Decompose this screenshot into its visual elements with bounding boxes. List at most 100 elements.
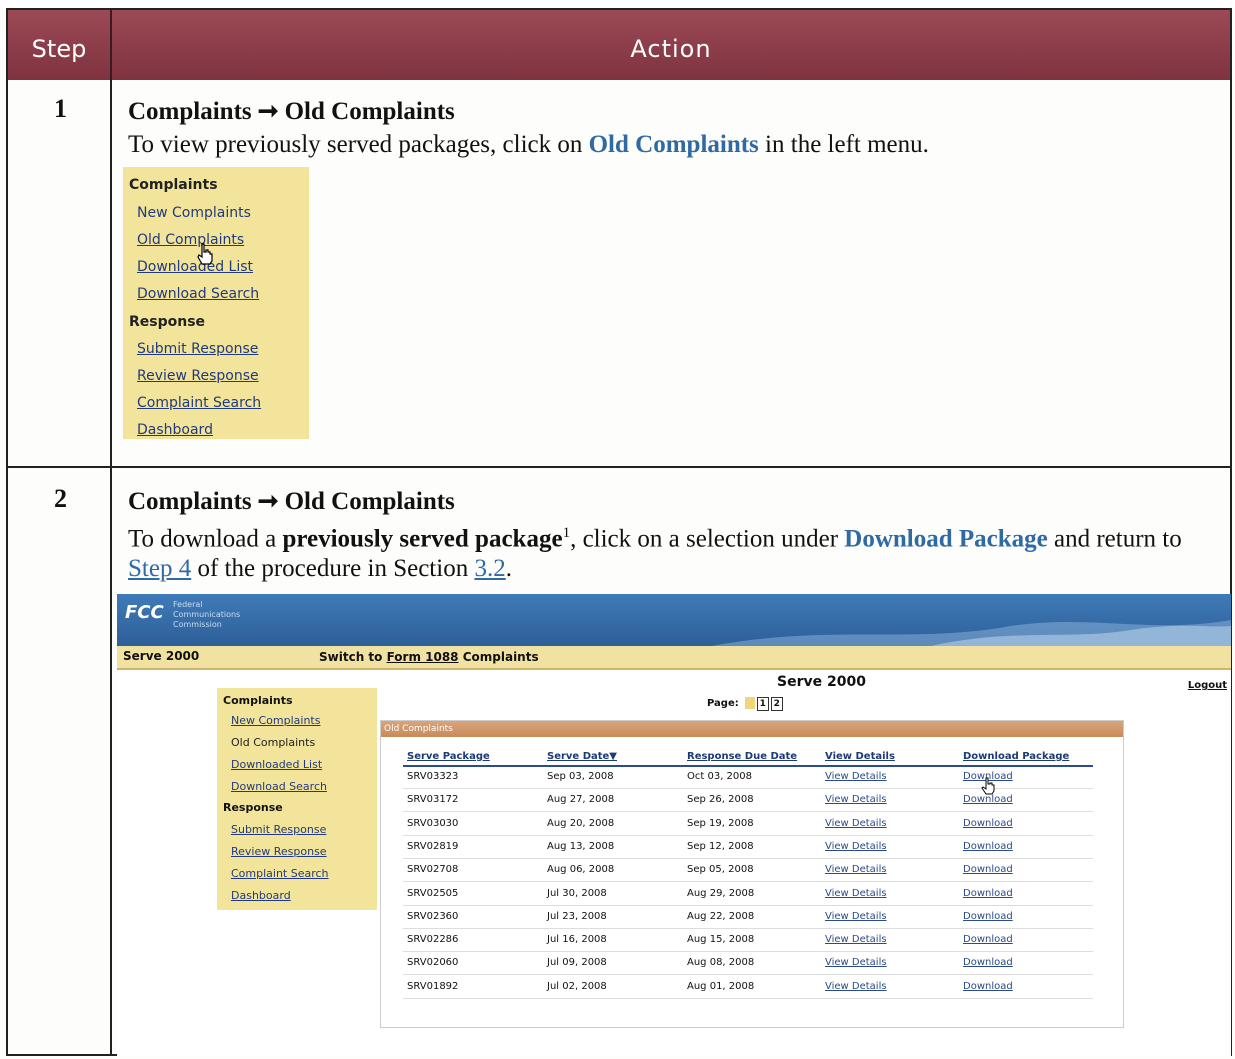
title-part-old-complaints: Old Complaints xyxy=(284,488,455,515)
col-serve-date[interactable]: Serve Date▼ xyxy=(547,751,617,762)
view-details-link[interactable]: View Details xyxy=(825,911,887,922)
menu-item-new-complaints[interactable]: New Complaints xyxy=(137,205,251,221)
menu-item-review-response[interactable]: Review Response xyxy=(137,368,259,384)
download-link[interactable]: Download xyxy=(963,911,1013,922)
page-title: Serve 2000 xyxy=(777,674,866,690)
switch-post: Complaints xyxy=(458,650,539,664)
page-label: Page: xyxy=(707,698,739,709)
page-1-link[interactable]: 1 xyxy=(756,697,769,711)
menu-item-dashboard[interactable]: Dashboard xyxy=(137,422,213,438)
row-response-due-date: Sep 12, 2008 xyxy=(687,840,754,852)
row-serve-date: Jul 02, 2008 xyxy=(547,980,607,992)
arrow-icon: ➞ xyxy=(257,488,279,515)
step-description: To download a previously served package1… xyxy=(128,518,1188,584)
complaints-menu-screenshot: Complaints New Complaints Old Complaints… xyxy=(123,167,309,439)
row-response-due-date: Sep 19, 2008 xyxy=(687,817,754,829)
view-details-link[interactable]: View Details xyxy=(825,981,887,992)
form-1088-link[interactable]: Form 1088 xyxy=(387,650,459,664)
desc-text: To download a xyxy=(128,525,283,553)
fcc-old-complaints-screenshot: FCC Federal Communications Commission Se… xyxy=(117,594,1231,1056)
arrow-icon: ➞ xyxy=(257,98,279,125)
row-response-due-date: Oct 03, 2008 xyxy=(687,771,752,782)
menu-item-old-complaints[interactable]: Old Complaints xyxy=(137,232,244,248)
menu-item-complaint-search[interactable]: Complaint Search xyxy=(137,395,261,411)
download-link[interactable]: Download xyxy=(963,818,1013,829)
download-link[interactable]: Download xyxy=(963,934,1013,945)
desc-bold: previously served package xyxy=(282,525,563,553)
menu-item-submit-response[interactable]: Submit Response xyxy=(137,341,258,357)
download-link[interactable]: Download xyxy=(963,841,1013,852)
row-response-due-date: Sep 05, 2008 xyxy=(687,864,754,876)
logout-link[interactable]: Logout xyxy=(1188,680,1227,691)
col-serve-package[interactable]: Serve Package xyxy=(407,751,490,762)
step-column-header: Step xyxy=(8,10,112,80)
desc-text: . xyxy=(505,555,512,583)
menu-heading-complaints: Complaints xyxy=(223,694,293,707)
step-description: To view previously served packages, clic… xyxy=(128,130,1188,160)
col-response-due-date[interactable]: Response Due Date xyxy=(687,751,797,762)
row-serve-package: SRV02708 xyxy=(407,864,459,876)
view-details-link[interactable]: View Details xyxy=(825,888,887,899)
menu-item-complaint-search[interactable]: Complaint Search xyxy=(231,867,329,880)
menu-item-old-complaints[interactable]: Old Complaints xyxy=(231,736,315,749)
view-details-link[interactable]: View Details xyxy=(825,794,887,805)
download-link[interactable]: Download xyxy=(963,888,1013,899)
row-separator xyxy=(403,834,1093,836)
row-separator xyxy=(403,904,1093,906)
col-download-package[interactable]: Download Package xyxy=(963,751,1069,762)
desc-text: in the left menu. xyxy=(758,131,929,158)
row-separator xyxy=(403,997,1093,999)
desc-text: To view previously served packages, clic… xyxy=(128,131,589,158)
footnote-marker: 1 xyxy=(562,525,571,541)
grid-title: Old Complaints xyxy=(381,721,1123,737)
menu-item-downloaded-list[interactable]: Downloaded List xyxy=(137,259,253,275)
fcc-subbar: Serve 2000 Switch to Form 1088 Complaint… xyxy=(117,646,1231,670)
row-serve-package: SRV03323 xyxy=(407,771,459,782)
menu-item-review-response[interactable]: Review Response xyxy=(231,845,327,858)
download-link[interactable]: Download xyxy=(963,957,1013,968)
row-separator xyxy=(403,811,1093,813)
menu-heading-response: Response xyxy=(129,314,206,330)
step-number: 2 xyxy=(54,484,67,513)
row-serve-date: Jul 23, 2008 xyxy=(547,910,607,922)
old-complaints-grid: Old Complaints Serve Package Serve Date▼… xyxy=(380,720,1124,1028)
section-link[interactable]: 3.2 xyxy=(474,555,505,582)
row-serve-date: Sep 03, 2008 xyxy=(547,771,614,782)
menu-item-new-complaints[interactable]: New Complaints xyxy=(231,714,320,727)
current-page-marker xyxy=(744,697,755,709)
menu-item-download-search[interactable]: Download Search xyxy=(231,780,327,793)
title-part-old-complaints: Old Complaints xyxy=(284,98,455,125)
header-underline xyxy=(403,765,1093,767)
row-serve-date: Aug 27, 2008 xyxy=(547,794,615,806)
view-details-link[interactable]: View Details xyxy=(825,957,887,968)
view-details-link[interactable]: View Details xyxy=(825,841,887,852)
page-2-link[interactable]: 2 xyxy=(770,697,783,711)
serve-2000-label: Serve 2000 xyxy=(123,649,200,663)
old-complaints-link[interactable]: Old Complaints xyxy=(589,131,759,158)
top-strip xyxy=(0,0,1235,8)
menu-item-dashboard[interactable]: Dashboard xyxy=(231,889,291,902)
step-title: Complaints ➞ Old Complaints xyxy=(128,96,455,126)
download-package-link[interactable]: Download Package xyxy=(844,525,1047,552)
step-4-link[interactable]: Step 4 xyxy=(128,555,191,582)
row-serve-date: Aug 06, 2008 xyxy=(547,864,615,876)
view-details-link[interactable]: View Details xyxy=(825,934,887,945)
menu-item-downloaded-list[interactable]: Downloaded List xyxy=(231,758,322,771)
view-details-link[interactable]: View Details xyxy=(825,771,887,782)
col-view-details[interactable]: View Details xyxy=(825,751,895,762)
hand-cursor-icon xyxy=(197,243,213,265)
download-link[interactable]: Download xyxy=(963,864,1013,875)
fcc-banner: FCC Federal Communications Commission xyxy=(117,594,1231,646)
view-details-link[interactable]: View Details xyxy=(825,818,887,829)
row-separator xyxy=(403,881,1093,883)
row-serve-package: SRV03172 xyxy=(407,794,459,806)
row-serve-package: SRV02060 xyxy=(407,957,459,969)
view-details-link[interactable]: View Details xyxy=(825,864,887,875)
banner-decoration xyxy=(711,620,1231,646)
row-serve-package: SRV02819 xyxy=(407,840,459,852)
download-link[interactable]: Download xyxy=(963,794,1013,805)
column-divider xyxy=(110,80,112,1054)
download-link[interactable]: Download xyxy=(963,981,1013,992)
menu-item-download-search[interactable]: Download Search xyxy=(137,286,259,302)
menu-item-submit-response[interactable]: Submit Response xyxy=(231,823,326,836)
